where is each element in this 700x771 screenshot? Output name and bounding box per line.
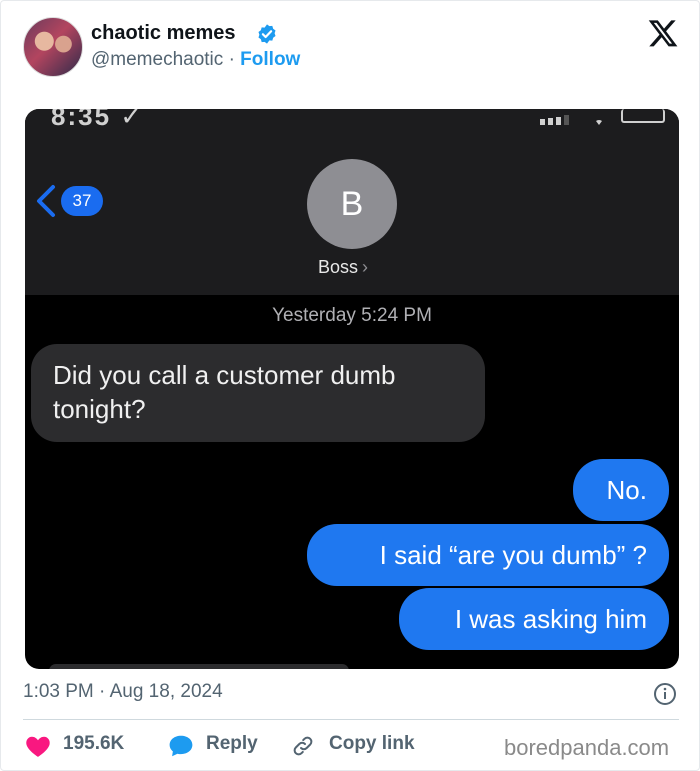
link-icon[interactable] xyxy=(290,734,316,758)
contact-avatar[interactable]: B xyxy=(307,159,397,249)
outgoing-message-bubble: I was asking him xyxy=(399,588,669,650)
back-chevron-icon[interactable] xyxy=(33,183,59,219)
contact-name-label: Boss xyxy=(318,257,359,277)
info-icon[interactable] xyxy=(653,682,677,706)
battery-icon xyxy=(621,109,665,123)
incoming-message-bubble: Did you call a customer dumb tonight? xyxy=(31,344,485,442)
follow-button[interactable]: Follow xyxy=(240,49,300,70)
author-handle[interactable]: @memechaotic xyxy=(91,49,223,70)
partial-message-bubble xyxy=(49,664,349,669)
reply-bubble-icon[interactable] xyxy=(168,734,194,758)
author-handle-row: @memechaotic · Follow xyxy=(91,49,300,71)
message-timestamp: Yesterday 5:24 PM xyxy=(272,305,432,326)
outgoing-message-bubble: I said “are you dumb” ? xyxy=(307,524,669,586)
like-count[interactable]: 195.6K xyxy=(63,733,124,755)
author-avatar[interactable] xyxy=(23,17,83,77)
reply-button[interactable]: Reply xyxy=(206,733,258,755)
chevron-right-icon: › xyxy=(362,257,369,277)
wifi-icon xyxy=(596,120,602,125)
tweet-card: chaotic memes @memechaotic · Follow 8:35… xyxy=(0,0,700,771)
heart-icon[interactable] xyxy=(25,734,51,758)
unread-count-badge[interactable]: 37 xyxy=(61,186,103,216)
contact-name[interactable]: Boss › xyxy=(318,257,368,278)
conversation-header: 8:35 ✓ 37 B Boss › xyxy=(25,109,679,295)
handle-separator: · xyxy=(228,49,235,70)
outgoing-message-bubble: No. xyxy=(573,459,669,521)
x-logo-icon[interactable] xyxy=(647,17,679,49)
verified-badge-icon xyxy=(258,24,276,44)
divider xyxy=(23,719,679,720)
author-display-name[interactable]: chaotic memes xyxy=(91,22,236,45)
cell-signal-icon xyxy=(540,115,569,125)
message-screenshot[interactable]: 8:35 ✓ 37 B Boss › Yesterday 5:24 PM Did … xyxy=(25,109,679,669)
tweet-timestamp[interactable]: 1:03 PM · Aug 18, 2024 xyxy=(23,681,223,703)
watermark: boredpanda.com xyxy=(504,735,670,760)
status-bar-time: 8:35 ✓ xyxy=(51,109,145,131)
copy-link-button[interactable]: Copy link xyxy=(329,733,415,755)
